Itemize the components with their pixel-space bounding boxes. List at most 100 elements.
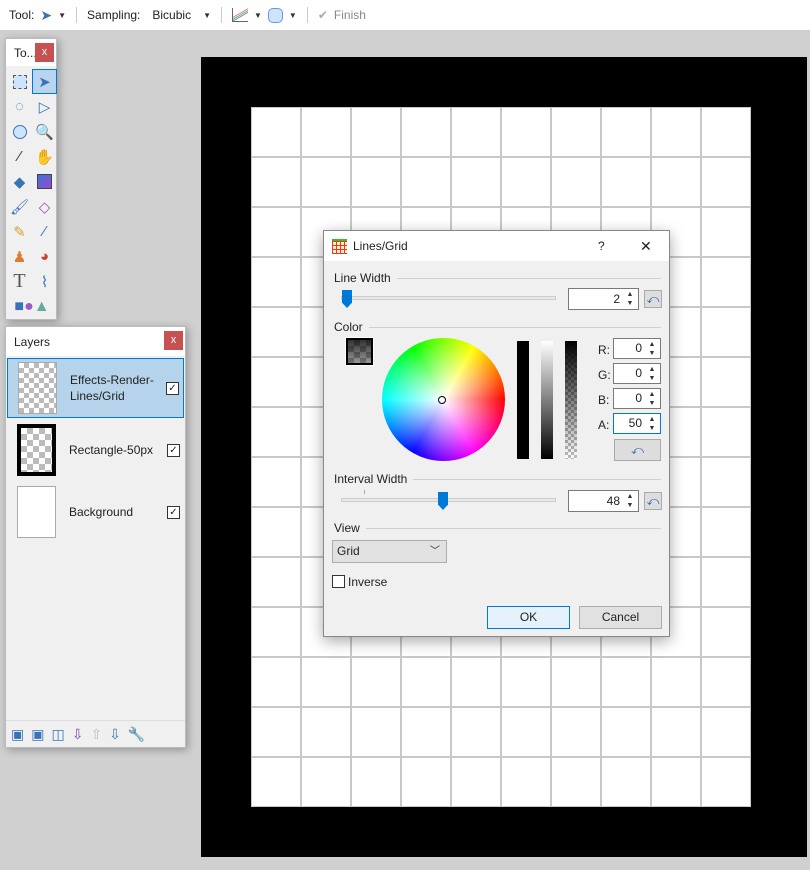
b-label: B: <box>598 393 610 407</box>
eraser-icon[interactable]: ◇ <box>32 194 57 219</box>
tool-dropdown-caret[interactable]: ▼ <box>58 11 66 20</box>
cancel-button[interactable]: Cancel <box>579 606 662 629</box>
zoom-icon[interactable]: 🔍 <box>32 119 57 144</box>
tool-label: Tool: <box>9 8 35 22</box>
interval-width-label: Interval Width <box>334 472 408 486</box>
color-wheel-cursor[interactable] <box>438 396 446 404</box>
close-icon[interactable]: x <box>35 43 54 62</box>
duplicate-layer-icon[interactable]: ◫ <box>51 726 64 743</box>
grid-icon <box>332 238 347 254</box>
recolor-icon[interactable]: ◕ <box>32 244 57 269</box>
sampling-label: Sampling: <box>87 8 141 22</box>
layer-thumbnail <box>18 362 57 414</box>
inverse-checkbox[interactable] <box>332 575 345 588</box>
dialog-title-bar[interactable]: Lines/Grid ? ✕ <box>324 231 669 261</box>
antialias-caret[interactable]: ▼ <box>254 11 262 20</box>
color-picker-icon[interactable]: ⁄ <box>32 219 57 244</box>
help-button[interactable]: ? <box>598 239 605 253</box>
pencil-icon[interactable]: ✎ <box>7 219 32 244</box>
inverse-label[interactable]: Inverse <box>348 575 387 589</box>
interval-width-input[interactable]: 48 ▲ ▼ <box>568 490 639 512</box>
hue-slider[interactable] <box>517 341 529 459</box>
close-button[interactable]: ✕ <box>640 238 652 255</box>
blend-mode-icon[interactable] <box>267 7 283 23</box>
blend-mode-caret[interactable]: ▼ <box>289 11 297 20</box>
add-layer-icon[interactable]: ▣ <box>11 726 24 743</box>
layer-name: Effects-Render-Lines/Grid <box>70 373 154 403</box>
layer-name: Rectangle-50px <box>69 443 154 457</box>
paintbrush-icon[interactable]: 🖌 <box>7 194 32 219</box>
rectangle-select-icon[interactable] <box>7 69 32 94</box>
reset-color-button[interactable]: ⤺ <box>614 439 661 461</box>
ellipse-select-icon[interactable] <box>7 119 32 144</box>
top-toolbar: Tool: ➤ ▼ Sampling: Bicubic ▼ ▼ ▼ ✔ Fini… <box>0 0 810 31</box>
line-width-input[interactable]: 2 ▲ ▼ <box>568 288 639 310</box>
clone-stamp-icon[interactable]: ♟ <box>7 244 32 269</box>
line-width-label: Line Width <box>334 271 391 285</box>
gradient-icon[interactable] <box>32 169 57 194</box>
interval-width-slider-thumb[interactable] <box>438 492 448 510</box>
view-label: View <box>334 521 360 535</box>
value-slider[interactable] <box>541 341 553 459</box>
antialias-icon[interactable] <box>232 8 248 22</box>
layer-thumbnail <box>17 424 56 476</box>
tools-title-bar[interactable]: To... x <box>6 39 56 66</box>
layer-row[interactable]: Effects-Render-Lines/Grid ✓ <box>7 358 184 418</box>
move-layer-up-icon[interactable]: ⇧ <box>90 726 102 743</box>
pan-icon[interactable]: ✋ <box>32 144 57 169</box>
color-preview-swatch[interactable] <box>345 337 374 366</box>
finish-button[interactable]: Finish <box>334 8 366 22</box>
b-input[interactable]: 0 ▲ ▼ <box>613 388 661 409</box>
color-label: Color <box>334 320 363 334</box>
chevron-down-icon: ﹀ <box>430 546 440 557</box>
move-selected-icon[interactable]: ➤ <box>32 69 57 94</box>
magic-wand-icon[interactable]: ⁄ <box>7 144 32 169</box>
move-selected-icon[interactable]: ➤ <box>40 7 52 24</box>
divider <box>306 7 308 23</box>
delete-layer-icon[interactable]: ▣ <box>31 726 44 743</box>
lasso-select-icon[interactable]: ◌ <box>7 94 32 119</box>
layer-properties-icon[interactable]: 🔧 <box>128 726 145 743</box>
view-dropdown[interactable]: Grid ﹀ <box>332 540 447 563</box>
layer-thumbnail <box>17 486 56 538</box>
layer-row[interactable]: Rectangle-50px ✓ <box>7 420 184 480</box>
dialog-title: Lines/Grid <box>353 239 408 253</box>
layer-visibility-checkbox[interactable]: ✓ <box>167 443 180 457</box>
layer-visibility-checkbox[interactable]: ✓ <box>166 381 179 395</box>
r-input[interactable]: 0 ▲ ▼ <box>613 338 661 359</box>
spinner[interactable]: ▲ ▼ <box>623 290 637 308</box>
close-icon[interactable]: x <box>164 331 183 350</box>
divider <box>221 7 222 23</box>
g-input[interactable]: 0 ▲ ▼ <box>613 363 661 384</box>
reset-interval-width-button[interactable]: ⤺ <box>644 492 662 510</box>
layer-visibility-checkbox[interactable]: ✓ <box>167 505 180 519</box>
interval-width-slider[interactable] <box>341 498 556 502</box>
line-width-slider-thumb[interactable] <box>342 290 352 308</box>
a-label: A: <box>598 418 610 432</box>
shapes-icon[interactable]: ■ ● ▲ <box>7 294 57 319</box>
a-input[interactable]: 50 ▲ ▼ <box>613 413 661 434</box>
alpha-slider[interactable] <box>565 341 577 459</box>
layers-title-bar[interactable]: Layers x <box>6 327 185 356</box>
color-wheel[interactable] <box>382 338 505 461</box>
layers-toolbar: ▣ ▣ ◫ ⇩ ⇧ ⇩ 🔧 <box>6 720 185 747</box>
line-width-slider[interactable] <box>341 296 556 300</box>
line-curve-icon[interactable]: ⌇ <box>32 269 57 294</box>
layer-row[interactable]: Background ✓ <box>7 482 184 542</box>
lines-grid-dialog: Lines/Grid ? ✕ Line Width 2 ▲ ▼ ⤺ Color R:… <box>323 230 670 637</box>
merge-layer-down-icon[interactable]: ⇩ <box>72 726 84 743</box>
move-layer-down-icon[interactable]: ⇩ <box>109 726 121 743</box>
layer-name: Background <box>69 505 134 519</box>
slider-tick <box>364 490 365 494</box>
g-label: G: <box>598 368 611 382</box>
sampling-value[interactable]: Bicubic <box>152 8 191 22</box>
move-selection-icon[interactable]: ▷ <box>32 94 57 119</box>
spinner[interactable]: ▲ ▼ <box>623 492 637 510</box>
checkmark-icon: ✔ <box>317 8 328 22</box>
divider <box>76 7 78 23</box>
paint-bucket-icon[interactable]: ◆ <box>7 169 32 194</box>
sampling-dropdown-caret[interactable]: ▼ <box>203 11 211 20</box>
ok-button[interactable]: OK <box>487 606 570 629</box>
text-icon[interactable]: T <box>7 269 32 294</box>
reset-line-width-button[interactable]: ⤺ <box>644 290 662 308</box>
